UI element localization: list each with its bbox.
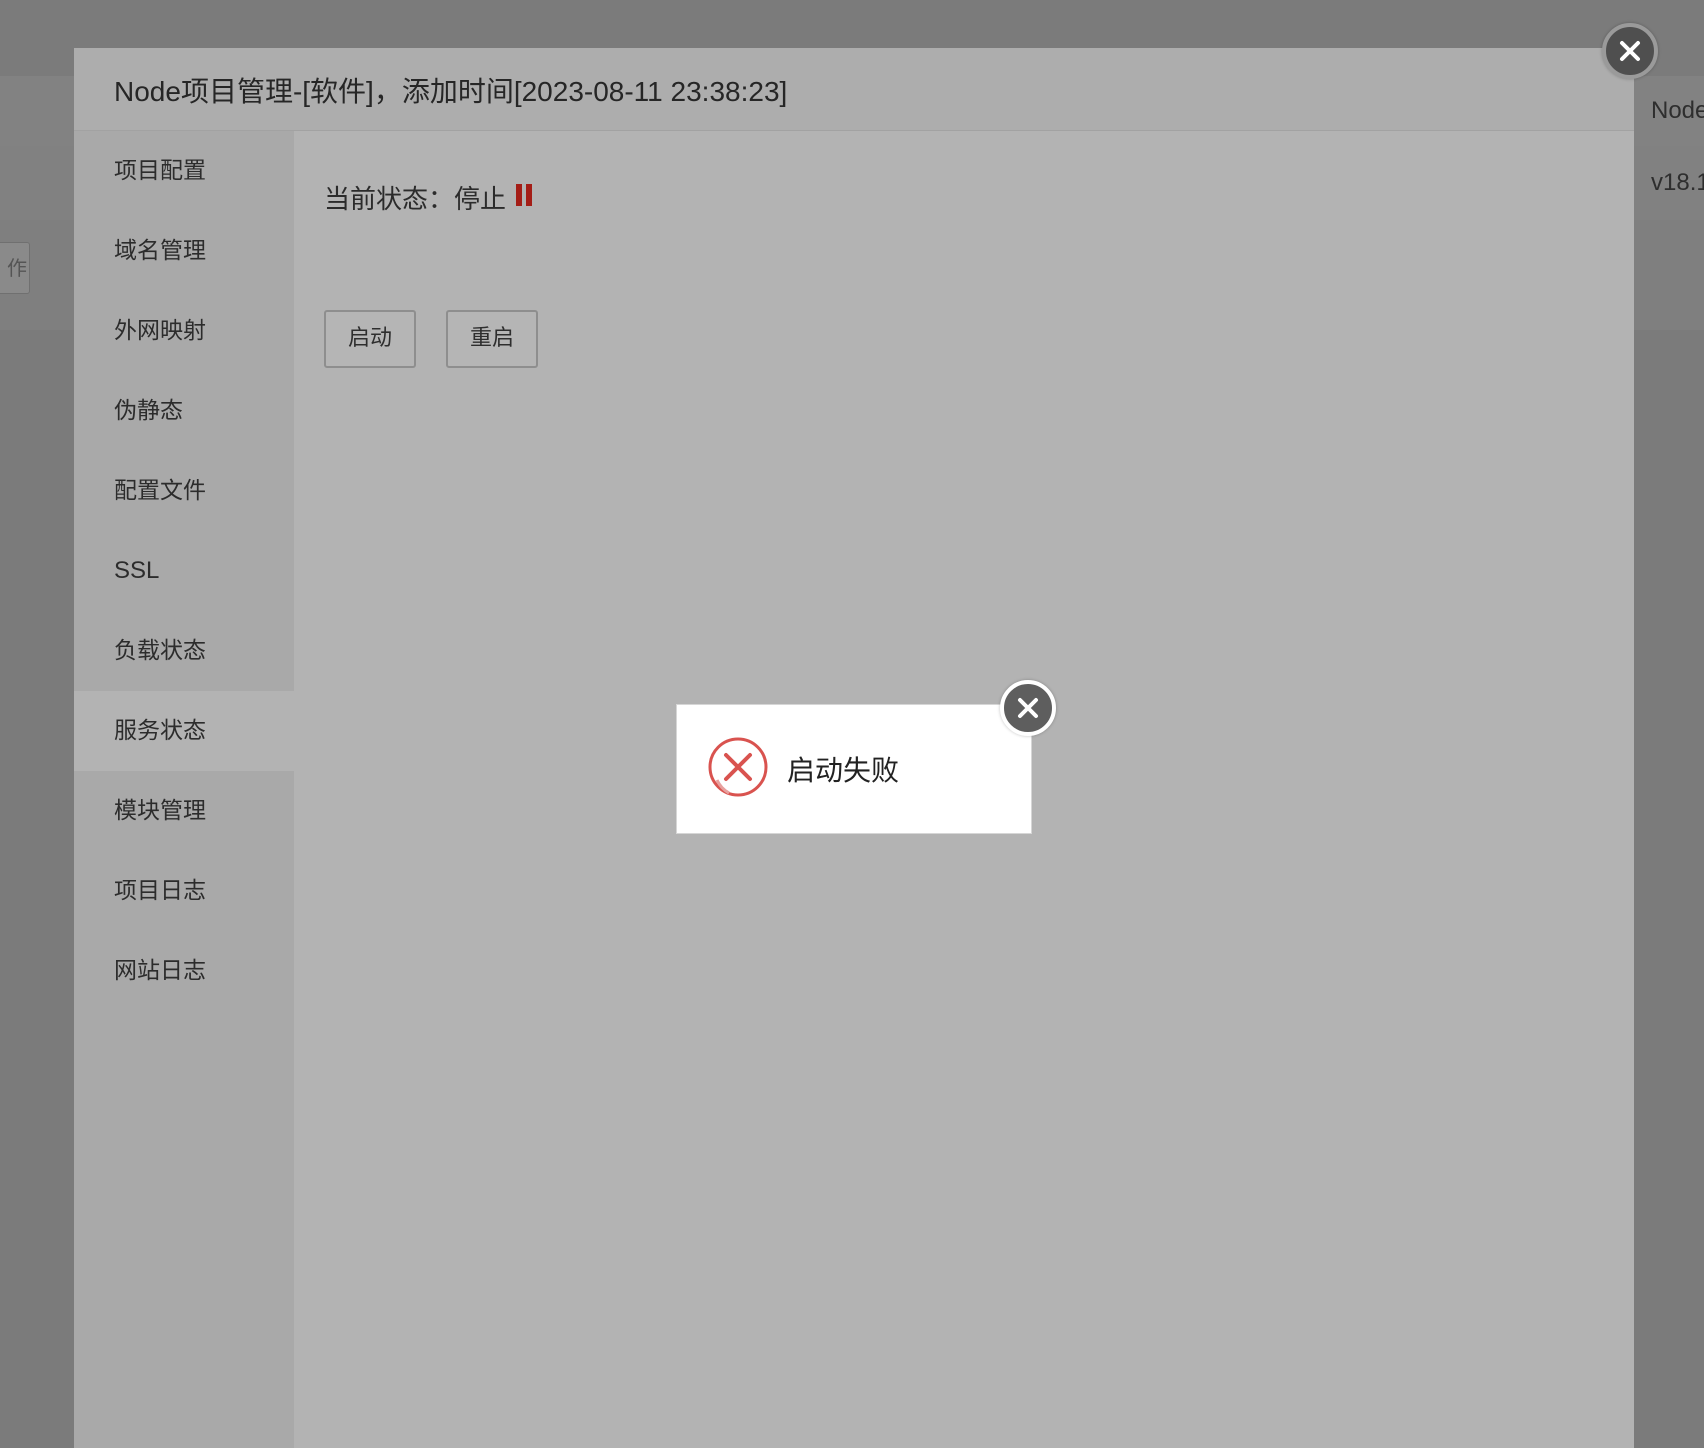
error-toast: 启动失败 [676, 704, 1032, 834]
status-label: 当前状态： [324, 185, 455, 215]
dialog-header: Node项目管理-[软件]，添加时间[2023-08-11 23:38:23] [74, 48, 1634, 131]
background-action-button: 作 [0, 242, 30, 294]
current-status: 当前状态：停止 [324, 179, 534, 216]
start-button[interactable]: 启动 [324, 310, 416, 368]
sidebar-item-rewrite[interactable]: 伪静态 [74, 371, 294, 451]
sidebar-item-config-file[interactable]: 配置文件 [74, 451, 294, 531]
close-icon [1620, 41, 1640, 61]
pause-icon [516, 184, 534, 206]
sidebar-item-site-log[interactable]: 网站日志 [74, 931, 294, 1011]
sidebar-item-load-status[interactable]: 负载状态 [74, 611, 294, 691]
close-icon [1018, 698, 1038, 718]
restart-button[interactable]: 重启 [446, 310, 538, 368]
background-version-value: v18.1 [1651, 169, 1704, 196]
settings-sidebar: 项目配置 域名管理 外网映射 伪静态 配置文件 SSL 负载状态 服务状态 模块… [74, 131, 294, 1448]
dialog-title: Node项目管理-[软件]，添加时间[2023-08-11 23:38:23] [114, 76, 788, 107]
sidebar-item-module-management[interactable]: 模块管理 [74, 771, 294, 851]
sidebar-item-service-status[interactable]: 服务状态 [74, 691, 294, 771]
status-value: 停止 [454, 185, 507, 215]
sidebar-item-project-config[interactable]: 项目配置 [74, 131, 294, 211]
sidebar-item-ssl[interactable]: SSL [74, 531, 294, 611]
sidebar-item-project-log[interactable]: 项目日志 [74, 851, 294, 931]
background-column-label: Node [1651, 97, 1704, 124]
dialog-close-button[interactable] [1602, 23, 1658, 79]
toast-message: 启动失败 [787, 754, 900, 787]
sidebar-item-domain-management[interactable]: 域名管理 [74, 211, 294, 291]
sidebar-item-external-mapping[interactable]: 外网映射 [74, 291, 294, 371]
toast-close-button[interactable] [1000, 680, 1056, 736]
error-x-icon [708, 737, 768, 797]
